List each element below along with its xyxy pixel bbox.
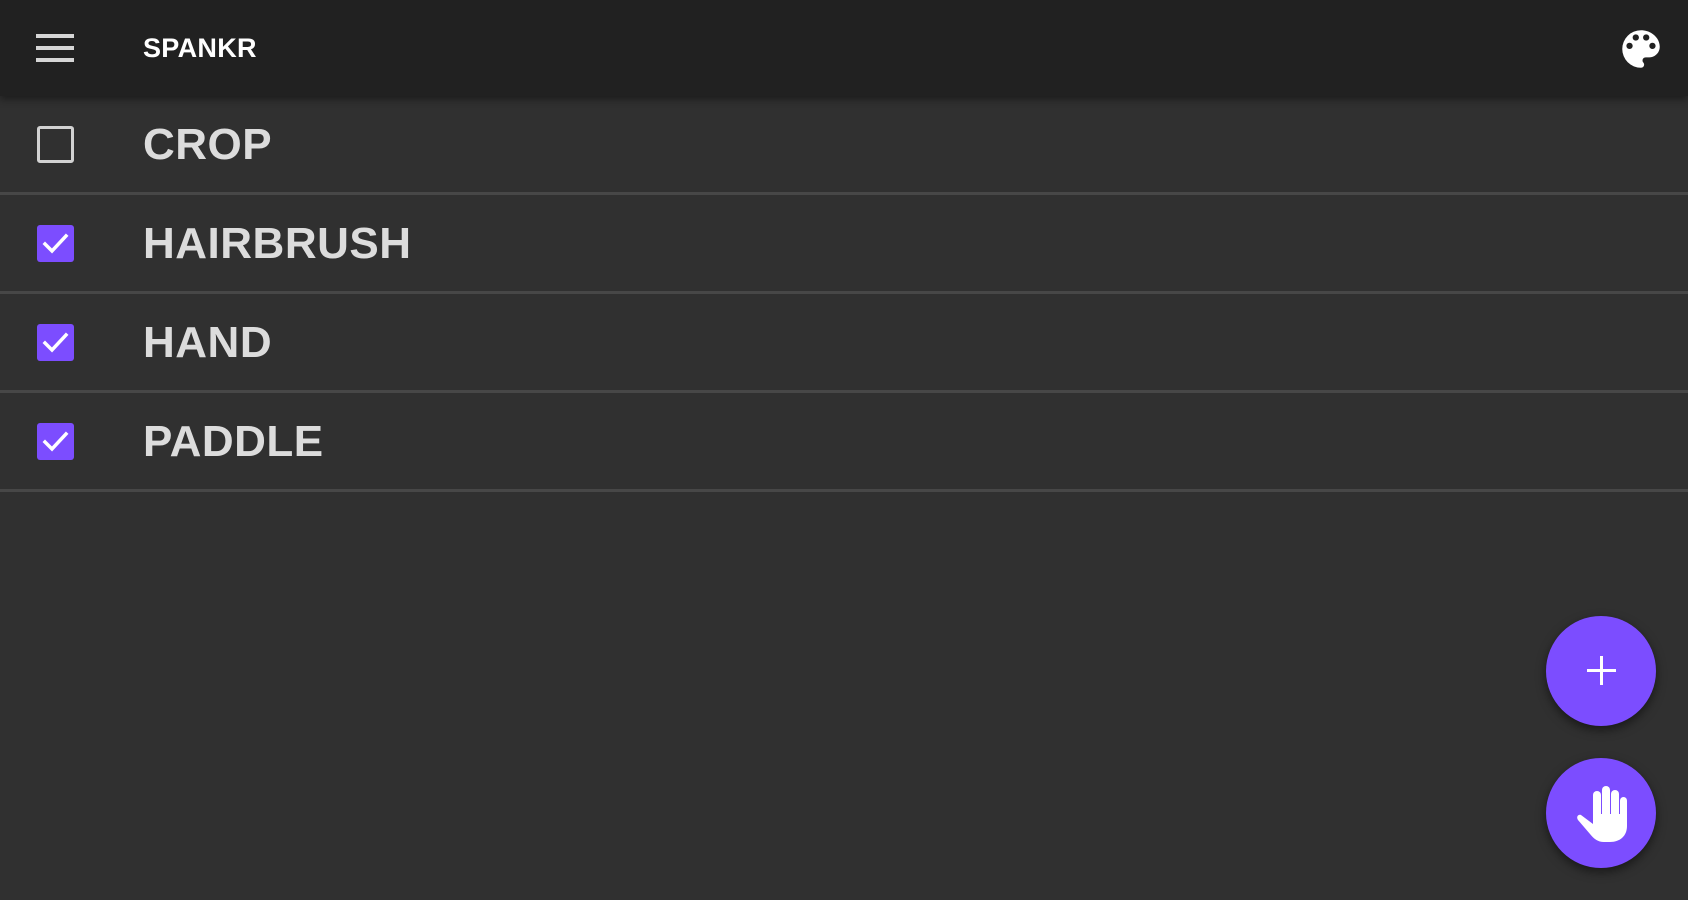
list-item-label: HAND (143, 318, 273, 367)
app-title: SPANKR (143, 33, 257, 63)
palette-icon (1616, 30, 1666, 78)
list-item-crop[interactable]: CROP (0, 96, 1688, 195)
list-item-label: HAIRBRUSH (143, 219, 412, 268)
theme-palette-button[interactable] (1616, 24, 1666, 74)
hairbrush-checkbox[interactable] (37, 225, 74, 262)
app-toolbar: SPANKR (0, 0, 1688, 96)
crop-checkbox[interactable] (37, 126, 74, 163)
list-item-label: PADDLE (143, 417, 324, 466)
add-implement-button[interactable] (1546, 616, 1656, 726)
app-screen: SPANKR CROP HAIRBRUSH HAND PADDLE (0, 0, 1688, 900)
implement-list: CROP HAIRBRUSH HAND PADDLE (0, 96, 1688, 492)
menu-button[interactable] (30, 26, 82, 70)
list-item-label: CROP (143, 120, 273, 169)
hand-checkbox[interactable] (37, 324, 74, 361)
menu-icon (30, 26, 82, 70)
list-item-hand[interactable]: HAND (0, 294, 1688, 393)
list-item-paddle[interactable]: PADDLE (0, 393, 1688, 492)
spank-button[interactable] (1546, 758, 1656, 868)
paddle-checkbox[interactable] (37, 423, 74, 460)
list-item-hairbrush[interactable]: HAIRBRUSH (0, 195, 1688, 294)
